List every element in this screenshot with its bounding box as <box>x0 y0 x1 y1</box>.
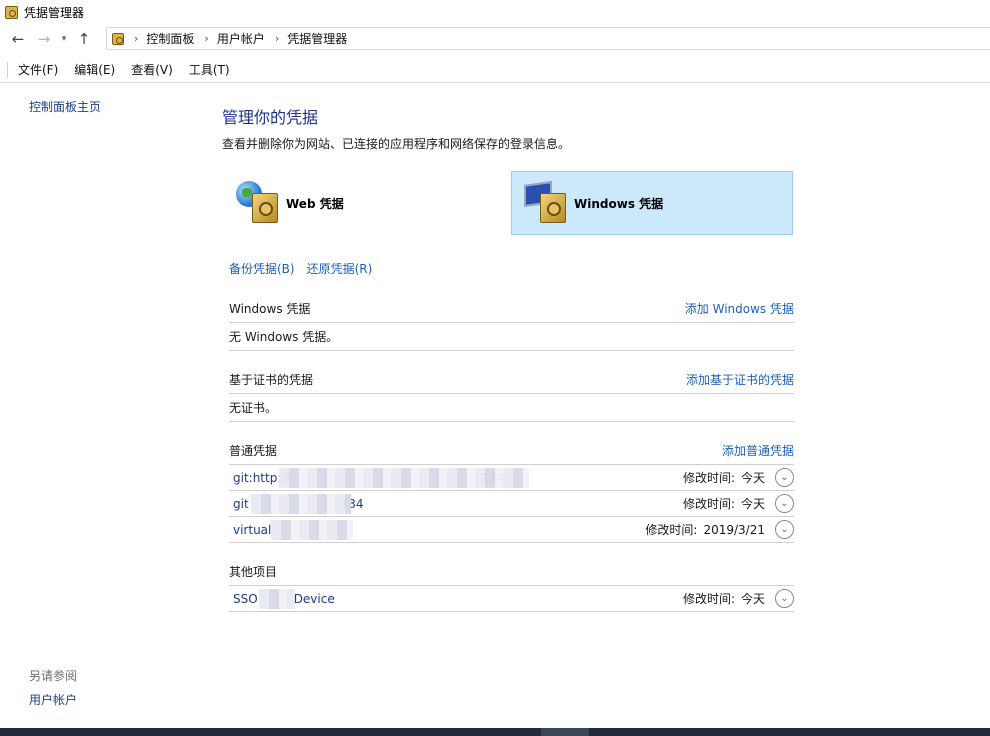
breadcrumb-separator-icon: › <box>134 32 139 45</box>
credential-vault-icon <box>5 5 18 19</box>
redacted-area <box>251 494 351 514</box>
other-items-section: 其他项目 SSO Device 修改时间: 今天 ⌄ <box>229 558 794 612</box>
modified-label: 修改时间: <box>682 592 735 606</box>
redacted-area <box>259 589 295 609</box>
section-header: 普通凭据 添加普通凭据 <box>229 437 794 465</box>
generic-credentials-section: 普通凭据 添加普通凭据 git:http://134 修改时间: 今天 ⌄ gi… <box>229 437 794 543</box>
credential-row[interactable]: git:http://134 修改时间: 今天 ⌄ <box>229 465 794 491</box>
title-bar: 凭据管理器 <box>0 0 990 24</box>
certificate-credentials-section: 基于证书的凭据 添加基于证书的凭据 无证书。 <box>229 366 794 422</box>
web-credentials-tab[interactable]: Web 凭据 <box>224 171 506 235</box>
page-description: 查看并删除你为网站、已连接的应用程序和网络保存的登录信息。 <box>222 137 571 151</box>
menu-edit[interactable]: 编辑(E) <box>74 61 115 78</box>
window-title: 凭据管理器 <box>24 5 85 20</box>
empty-message: 无 Windows 凭据。 <box>229 323 794 351</box>
windows-credentials-section: Windows 凭据 添加 Windows 凭据 无 Windows 凭据。 <box>229 295 794 351</box>
taskbar-active-item[interactable] <box>541 728 589 736</box>
menu-view[interactable]: 查看(V) <box>131 61 173 78</box>
address-bar[interactable]: › 控制面板 › 用户帐户 › 凭据管理器 <box>106 27 990 50</box>
breadcrumb-separator-icon[interactable]: › <box>204 32 208 45</box>
backup-restore-links: 备份凭据(B) 还原凭据(R) <box>229 260 384 277</box>
modified-value: 2019/3/21 <box>703 522 765 537</box>
breadcrumb-separator-icon[interactable]: › <box>275 32 279 45</box>
restore-credentials-link[interactable]: 还原凭据(R) <box>307 260 373 277</box>
modified-value: 今天 <box>740 497 765 511</box>
web-credential-icon <box>234 179 282 227</box>
section-header: 基于证书的凭据 添加基于证书的凭据 <box>229 366 794 394</box>
add-windows-credential-link[interactable]: 添加 Windows 凭据 <box>685 300 794 317</box>
section-header: Windows 凭据 添加 Windows 凭据 <box>229 295 794 323</box>
breadcrumb-user-accounts[interactable]: 用户帐户 <box>217 30 265 47</box>
empty-message: 无证书。 <box>229 394 794 422</box>
modified-label: 修改时间: <box>645 523 698 537</box>
control-panel-home-link[interactable]: 控制面板主页 <box>29 98 101 115</box>
navigation-bar: ← → ▾ ↑ › 控制面板 › 用户帐户 › 凭据管理器 <box>0 26 990 52</box>
credential-name: SSO Device <box>233 591 335 606</box>
add-certificate-credential-link[interactable]: 添加基于证书的凭据 <box>686 371 794 388</box>
section-header: 其他项目 <box>229 558 794 586</box>
credential-row[interactable]: git 134 修改时间: 今天 ⌄ <box>229 491 794 517</box>
menu-tools[interactable]: 工具(T) <box>189 61 230 78</box>
windows-credentials-tab[interactable]: Windows 凭据 <box>511 171 793 235</box>
windows-credentials-label: Windows 凭据 <box>574 196 664 211</box>
breadcrumb-credential-manager[interactable]: 凭据管理器 <box>287 30 347 47</box>
redacted-area <box>279 468 529 488</box>
section-title: Windows 凭据 <box>229 302 311 316</box>
section-title: 其他项目 <box>229 565 278 579</box>
modified-label: 修改时间: <box>682 497 735 511</box>
chevron-down-icon[interactable]: ⌄ <box>775 520 794 539</box>
modified-value: 今天 <box>740 592 765 606</box>
chevron-down-icon[interactable]: ⌄ <box>775 589 794 608</box>
section-title: 普通凭据 <box>229 444 278 458</box>
menu-file[interactable]: 文件(F) <box>18 61 58 78</box>
chevron-down-icon[interactable]: ▾ <box>57 28 71 50</box>
breadcrumb-control-panel[interactable]: 控制面板 <box>146 30 194 47</box>
user-accounts-link[interactable]: 用户帐户 <box>29 691 77 708</box>
modified-label: 修改时间: <box>682 471 735 485</box>
menu-bar: 文件(F) 编辑(E) 查看(V) 工具(T) <box>0 57 990 83</box>
backup-credentials-link[interactable]: 备份凭据(B) <box>229 260 295 277</box>
web-credentials-label: Web 凭据 <box>286 196 344 211</box>
modified-value: 今天 <box>740 471 765 485</box>
menu-divider <box>7 61 8 78</box>
arrow-up-icon[interactable]: ↑ <box>73 28 95 50</box>
add-generic-credential-link[interactable]: 添加普通凭据 <box>722 442 794 459</box>
arrow-left-icon[interactable]: ← <box>7 28 29 50</box>
credential-row[interactable]: virtual 修改时间: 2019/3/21 ⌄ <box>229 517 794 543</box>
chevron-down-icon[interactable]: ⌄ <box>775 468 794 487</box>
redacted-area <box>271 520 353 540</box>
chevron-down-icon[interactable]: ⌄ <box>775 494 794 513</box>
arrow-right-icon[interactable]: → <box>33 28 55 50</box>
credential-vault-icon <box>112 32 124 45</box>
section-title: 基于证书的凭据 <box>229 373 314 387</box>
see-also-heading: 另请参阅 <box>29 669 78 683</box>
credential-row[interactable]: SSO Device 修改时间: 今天 ⌄ <box>229 586 794 612</box>
taskbar <box>0 728 990 736</box>
windows-credential-icon <box>522 179 570 227</box>
page-title: 管理你的凭据 <box>222 108 319 127</box>
